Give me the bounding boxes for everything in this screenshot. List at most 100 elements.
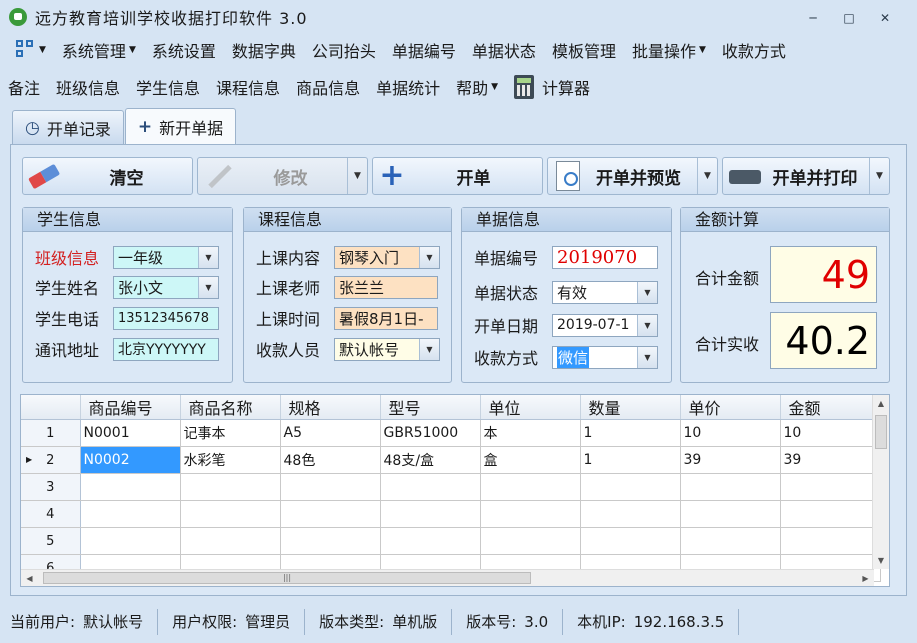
grid-cell[interactable]: [180, 473, 281, 501]
grid-cell[interactable]: N0001: [80, 419, 181, 447]
menu-receipt-stats[interactable]: 单据统计: [368, 72, 448, 102]
column-header[interactable]: 商品编号: [80, 395, 181, 420]
tab-receipt-records[interactable]: ◷ 开单记录: [12, 110, 124, 144]
grid-cell[interactable]: [580, 473, 681, 501]
scroll-left-icon[interactable]: ◀: [21, 570, 38, 586]
edit-button[interactable]: 修改 ▼: [197, 157, 368, 195]
menu-course-info[interactable]: 课程信息: [208, 72, 288, 102]
grid-cell[interactable]: [80, 500, 181, 528]
grid-cell[interactable]: [780, 527, 881, 555]
column-header[interactable]: 型号: [380, 395, 481, 420]
paid-amount-field[interactable]: 40.2: [770, 312, 877, 369]
menu-remarks[interactable]: 备注: [0, 72, 48, 102]
menu-batch-ops[interactable]: 批量操作 ▼: [624, 35, 714, 65]
grid-cell[interactable]: [80, 527, 181, 555]
address-field[interactable]: 北京YYYYYYY: [113, 337, 219, 361]
column-header[interactable]: 单价: [680, 395, 781, 420]
menu-class-info[interactable]: 班级信息: [48, 72, 128, 102]
column-header[interactable]: 商品名称: [180, 395, 281, 420]
table-row[interactable]: 3: [21, 473, 881, 501]
create-print-button[interactable]: 开单并打印 ▼: [722, 157, 890, 195]
grid-cell[interactable]: [780, 473, 881, 501]
cashier-select[interactable]: 默认帐号 ▼: [334, 337, 440, 361]
create-preview-button[interactable]: 开单并预览 ▼: [547, 157, 718, 195]
grid-cell[interactable]: [380, 527, 481, 555]
grid-cell[interactable]: 48支/盒: [380, 446, 481, 474]
class-select[interactable]: 一年级 ▼: [113, 245, 219, 269]
grid-cell[interactable]: [680, 500, 781, 528]
student-phone-field[interactable]: 13512345678: [113, 306, 219, 330]
grid-cell[interactable]: 10: [780, 419, 881, 447]
grid-cell[interactable]: [480, 500, 581, 528]
menu-student-info[interactable]: 学生信息: [128, 72, 208, 102]
grid-cell[interactable]: GBR51000: [380, 419, 481, 447]
grid-cell[interactable]: 39: [780, 446, 881, 474]
column-header[interactable]: 单位: [480, 395, 581, 420]
grid-cell[interactable]: 水彩笔: [180, 446, 281, 474]
grid-cell[interactable]: 39: [680, 446, 781, 474]
grid-cell[interactable]: [580, 527, 681, 555]
grid-cell[interactable]: [580, 500, 681, 528]
menu-calculator[interactable]: 计算器: [506, 72, 598, 102]
menu-system-manage[interactable]: 系统管理 ▼: [54, 35, 144, 65]
horizontal-scroll-thumb[interactable]: |||: [43, 572, 531, 584]
minimize-button[interactable]: ─: [795, 8, 831, 28]
grid-cell[interactable]: [280, 473, 381, 501]
maximize-button[interactable]: □: [831, 8, 867, 28]
teacher-field[interactable]: 张兰兰: [334, 275, 438, 299]
grid-cell[interactable]: [480, 473, 581, 501]
class-time-field[interactable]: 暑假8月1日-: [334, 306, 438, 330]
payment-method-select[interactable]: 微信 ▼: [552, 345, 658, 369]
grid-cell[interactable]: 记事本: [180, 419, 281, 447]
grid-cell[interactable]: A5: [280, 419, 381, 447]
receipt-status-select[interactable]: 有效 ▼: [552, 280, 658, 304]
grid-cell[interactable]: [480, 527, 581, 555]
menu-receipt-status[interactable]: 单据状态: [464, 35, 544, 65]
grid-cell[interactable]: [280, 500, 381, 528]
scroll-down-icon[interactable]: ▼: [873, 552, 889, 569]
receipt-no-field[interactable]: 2019070: [552, 245, 658, 269]
table-row[interactable]: 4: [21, 500, 881, 528]
table-row[interactable]: 5: [21, 527, 881, 555]
menu-system-settings[interactable]: 系统设置: [144, 35, 224, 65]
grid-cell[interactable]: 10: [680, 419, 781, 447]
menu-help[interactable]: 帮助 ▼: [448, 72, 506, 102]
menu-template-manage[interactable]: 模板管理: [544, 35, 624, 65]
edit-dropdown-arrow[interactable]: ▼: [347, 158, 367, 194]
grid-cell[interactable]: 本: [480, 419, 581, 447]
tab-new-receipt[interactable]: + 新开单据: [124, 108, 237, 145]
scroll-up-icon[interactable]: ▲: [873, 395, 889, 412]
grid-cell[interactable]: 1: [580, 419, 681, 447]
horizontal-scrollbar[interactable]: ◀ ||| ▶: [21, 569, 874, 586]
grid-cell[interactable]: [280, 527, 381, 555]
table-row[interactable]: ▶ 2 N0002 水彩笔 48色 48支/盒 盒 1 39 39: [21, 446, 881, 474]
column-header[interactable]: 数量: [580, 395, 681, 420]
vertical-scrollbar[interactable]: ▲ ▼: [872, 395, 889, 569]
menu-grid-icon-button[interactable]: ▼: [0, 35, 54, 65]
grid-cell[interactable]: 48色: [280, 446, 381, 474]
grid-cell[interactable]: [80, 473, 181, 501]
table-row[interactable]: 1 N0001 记事本 A5 GBR51000 本 1 10 10: [21, 419, 881, 447]
create-button[interactable]: + 开单: [372, 157, 543, 195]
grid-cell[interactable]: [180, 500, 281, 528]
grid-cell[interactable]: [380, 500, 481, 528]
grid-cell[interactable]: [680, 473, 781, 501]
grid-cell[interactable]: [780, 500, 881, 528]
course-content-select[interactable]: 钢琴入门 ▼: [334, 245, 440, 269]
issue-date-picker[interactable]: 2019-07-1 ▼: [552, 313, 658, 337]
menu-product-info[interactable]: 商品信息: [288, 72, 368, 102]
student-name-select[interactable]: 张小文 ▼: [113, 275, 219, 299]
vertical-scroll-thumb[interactable]: [875, 415, 887, 449]
grid-cell[interactable]: [680, 527, 781, 555]
grid-cell[interactable]: [380, 473, 481, 501]
column-header[interactable]: 金额: [780, 395, 881, 420]
column-header[interactable]: 规格: [280, 395, 381, 420]
grid-cell-selected[interactable]: N0002: [80, 446, 181, 474]
scroll-right-icon[interactable]: ▶: [857, 570, 874, 586]
menu-data-dictionary[interactable]: 数据字典: [224, 35, 304, 65]
clear-button[interactable]: 清空: [22, 157, 193, 195]
grid-cell[interactable]: [180, 527, 281, 555]
menu-payment-method[interactable]: 收款方式: [714, 35, 794, 65]
create-print-dropdown-arrow[interactable]: ▼: [869, 158, 889, 194]
close-button[interactable]: ✕: [867, 8, 903, 28]
